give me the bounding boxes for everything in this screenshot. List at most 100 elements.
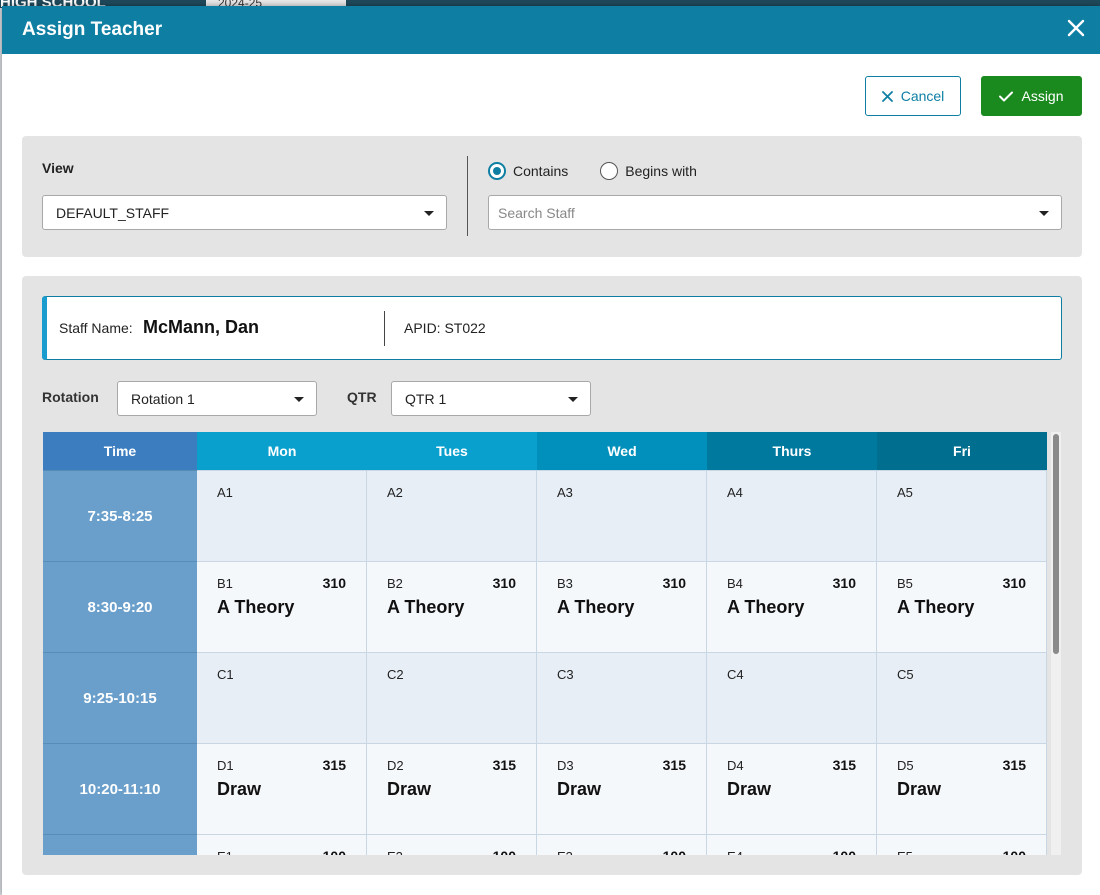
room-number: 310 (832, 575, 856, 591)
schedule-cell[interactable]: C2 (367, 652, 537, 743)
period-time (43, 834, 197, 855)
header-day-fri: Fri (877, 432, 1047, 470)
radio-contains-label: Contains (513, 163, 569, 179)
period-code: B4 (727, 576, 743, 591)
room-number: 315 (662, 757, 686, 773)
room-number: 100 (323, 848, 346, 855)
period-code: A4 (727, 485, 743, 500)
chevron-down-icon (568, 397, 578, 402)
period-code: C1 (217, 667, 234, 682)
schedule-header-row: Time Mon Tues Wed Thurs Fri (43, 432, 1059, 470)
staff-name: McMann, Dan (143, 317, 260, 337)
period-code: E2 (387, 849, 403, 855)
schedule-cell[interactable]: E3 100 (537, 834, 707, 855)
schedule-cell[interactable]: E2 100 (367, 834, 537, 855)
schedule-cell[interactable]: A5 (877, 470, 1047, 561)
period-code: D5 (897, 758, 914, 773)
schedule-cell[interactable]: B5 310 A Theory (877, 561, 1047, 652)
room-number: 315 (322, 757, 346, 773)
schedule-cell[interactable]: D2 315 Draw (367, 743, 537, 834)
close-icon[interactable] (1064, 16, 1088, 40)
schedule-cell[interactable]: C4 (707, 652, 877, 743)
schedule-cell[interactable]: C3 (537, 652, 707, 743)
scrollbar-thumb[interactable] (1053, 434, 1059, 654)
rotation-label: Rotation (42, 389, 99, 405)
divider (384, 311, 385, 346)
header-time: Time (43, 432, 197, 470)
view-select[interactable]: DEFAULT_STAFF (42, 195, 447, 230)
schedule-cell[interactable]: B3 310 A Theory (537, 561, 707, 652)
schedule-cell[interactable]: D3 315 Draw (537, 743, 707, 834)
period-code: E4 (727, 849, 743, 855)
chevron-down-icon (424, 211, 434, 216)
period-code: B5 (897, 576, 913, 591)
check-icon (999, 91, 1014, 101)
cancel-button-label: Cancel (900, 88, 945, 104)
period-code: A1 (217, 485, 233, 500)
room-number: 100 (663, 848, 686, 855)
schedule-cell[interactable]: A3 (537, 470, 707, 561)
room-number: 100 (493, 848, 516, 855)
divider (467, 156, 468, 236)
course-name: Draw (727, 779, 772, 799)
schedule-cell[interactable]: A4 (707, 470, 877, 561)
room-number: 310 (662, 575, 686, 591)
close-icon (881, 90, 893, 102)
schedule-row: 10:20-11:10 D1 315 Draw D2 315 Draw D3 315 Draw D4… (43, 743, 1059, 834)
assign-button-label: Assign (1021, 88, 1064, 104)
room-number: 310 (1002, 575, 1026, 591)
schedule-cell[interactable]: B1 310 A Theory (197, 561, 367, 652)
schedule-cell[interactable]: E4 100 (707, 834, 877, 855)
period-code: B1 (217, 576, 233, 591)
schedule-scrollbar[interactable] (1051, 432, 1061, 855)
course-name: Draw (217, 779, 262, 799)
schedule-cell[interactable]: C5 (877, 652, 1047, 743)
staff-name-label: Staff Name: (59, 320, 133, 336)
period-code: C3 (557, 667, 574, 682)
room-number: 315 (1002, 757, 1026, 773)
course-name: A Theory (727, 597, 805, 617)
search-staff-input[interactable]: Search Staff (488, 195, 1062, 230)
period-code: A5 (897, 485, 913, 500)
room-number: 100 (833, 848, 856, 855)
schedule-row: 9:25-10:15 C1 C2 C3 C4 C5 (43, 652, 1059, 743)
qtr-select-value: QTR 1 (405, 390, 447, 407)
course-name: Draw (387, 779, 432, 799)
period-code: D1 (217, 758, 234, 773)
qtr-label: QTR (347, 389, 377, 405)
period-code: C5 (897, 667, 914, 682)
course-name: Draw (897, 779, 942, 799)
cancel-button[interactable]: Cancel (865, 76, 961, 116)
course-name: A Theory (557, 597, 635, 617)
schedule-cell[interactable]: A1 (197, 470, 367, 561)
course-name: A Theory (387, 597, 465, 617)
radio-unchecked-icon (600, 162, 619, 180)
schedule-cell[interactable]: B4 310 A Theory (707, 561, 877, 652)
schedule-cell[interactable]: A2 (367, 470, 537, 561)
header-day-thurs: Thurs (707, 432, 877, 470)
schedule-cell[interactable]: B2 310 A Theory (367, 561, 537, 652)
chevron-down-icon (1039, 211, 1049, 216)
period-code: D3 (557, 758, 574, 773)
radio-begins-with[interactable]: Begins with (600, 162, 697, 180)
schedule-cell[interactable]: C1 (197, 652, 367, 743)
filter-panel: View DEFAULT_STAFF Contains Begins with … (22, 136, 1082, 257)
dialog-title: Assign Teacher (22, 19, 163, 40)
radio-contains[interactable]: Contains (488, 162, 568, 180)
header-day-wed: Wed (537, 432, 707, 470)
staff-apid: APID: ST022 (404, 320, 486, 336)
period-code: E3 (557, 849, 573, 855)
schedule-cell[interactable]: D4 315 Draw (707, 743, 877, 834)
schedule-cell[interactable]: E5 100 (877, 834, 1047, 855)
schedule-cell[interactable]: D5 315 Draw (877, 743, 1047, 834)
period-code: A2 (387, 485, 403, 500)
period-code: B2 (387, 576, 403, 591)
schedule-row: 7:35-8:25 A1 A2 A3 A4 A5 (43, 470, 1059, 561)
staff-info-card: Staff Name: McMann, Dan APID: ST022 (42, 296, 1062, 360)
schedule-cell[interactable]: E1 100 (197, 834, 367, 855)
period-time: 8:30-9:20 (43, 561, 197, 652)
qtr-select[interactable]: QTR 1 (391, 381, 591, 416)
assign-button[interactable]: Assign (981, 76, 1082, 116)
rotation-select[interactable]: Rotation 1 (117, 381, 317, 416)
schedule-cell[interactable]: D1 315 Draw (197, 743, 367, 834)
